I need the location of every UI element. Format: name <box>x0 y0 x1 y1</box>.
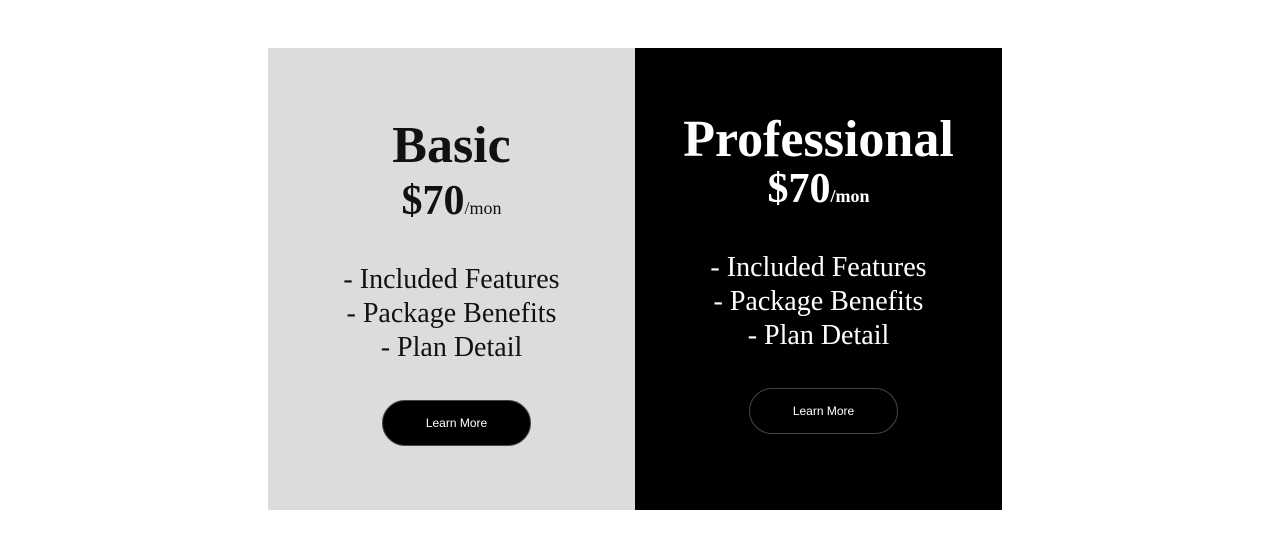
feature-item: - Included Features <box>343 264 560 295</box>
plan-price: $70/mon <box>635 166 1002 219</box>
feature-item: - Package Benefits <box>713 286 924 317</box>
learn-more-button[interactable]: Learn More <box>749 388 898 434</box>
learn-more-button[interactable]: Learn More <box>382 400 531 446</box>
feature-item: - Plan Detail <box>747 320 890 351</box>
feature-list: - Included Features - Package Benefits -… <box>268 263 635 365</box>
price-amount: $70 <box>401 178 465 224</box>
plan-card-basic: Basic $70/mon - Included Features - Pack… <box>268 48 635 510</box>
plan-name: Professional <box>683 111 954 168</box>
feature-list: - Included Features - Package Benefits -… <box>635 251 1002 353</box>
pricing-table: Basic $70/mon - Included Features - Pack… <box>268 48 1002 510</box>
price-period: /mon <box>830 186 870 206</box>
plan-card-professional: Professional $70/mon - Included Features… <box>635 48 1002 510</box>
plan-price: $70/mon <box>268 178 635 231</box>
plan-name: Basic <box>392 117 511 174</box>
feature-item: - Plan Detail <box>380 332 523 363</box>
feature-item: - Included Features <box>710 252 927 283</box>
price-period: /mon <box>464 198 502 218</box>
feature-item: - Package Benefits <box>346 298 557 329</box>
price-amount: $70 <box>767 166 831 212</box>
